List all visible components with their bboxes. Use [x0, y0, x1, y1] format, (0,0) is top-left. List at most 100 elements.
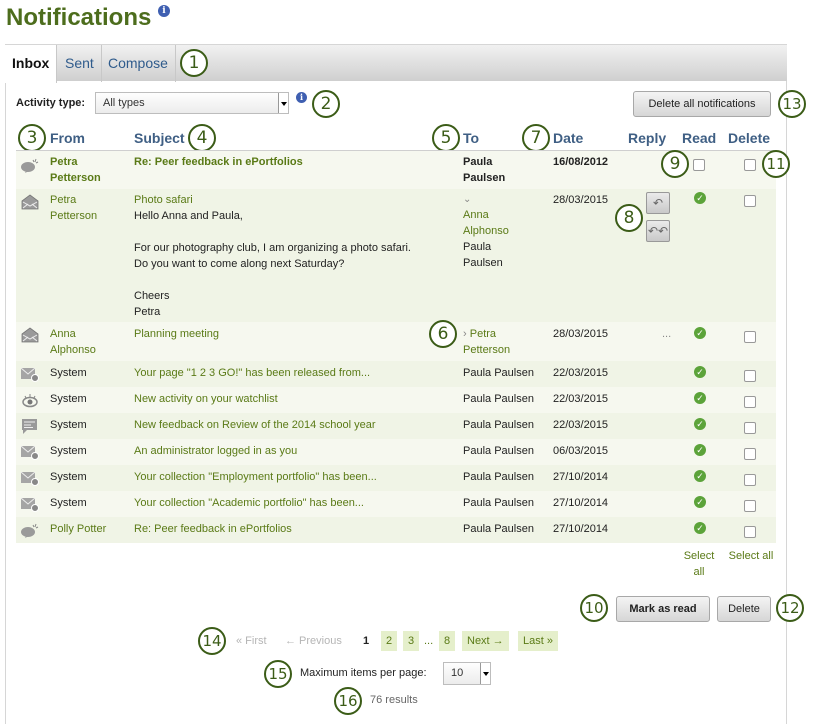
subject-link[interactable]: Your collection "Employment portfolio" h…	[134, 469, 377, 485]
recipient-name: Paula Paulsen	[463, 419, 534, 431]
callout-3: 3	[18, 124, 46, 152]
delete-button[interactable]: Delete	[717, 596, 771, 622]
pagination-last[interactable]: Last »	[518, 631, 558, 651]
callout-6: 6	[429, 320, 457, 348]
subject-link[interactable]: Planning meeting	[134, 326, 219, 342]
read-check-icon: ✓	[694, 470, 706, 482]
pagination-previous: ← Previous	[285, 635, 342, 647]
callout-2: 2	[312, 90, 340, 118]
delete-checkbox[interactable]	[744, 448, 756, 460]
envelope-open-icon	[21, 194, 39, 210]
sender-name: System	[50, 471, 87, 483]
items-per-page-select[interactable]: 10	[443, 662, 491, 685]
activity-type-label: Activity type:	[16, 97, 86, 109]
sender-name[interactable]: Petra Petterson	[50, 154, 101, 186]
column-header-date[interactable]: Date	[553, 130, 583, 146]
tab-sent[interactable]: Sent	[58, 45, 102, 82]
notification-row[interactable]: System New feedback on Review of the 201…	[16, 413, 776, 439]
watchlist-eye-icon	[22, 394, 38, 408]
callout-9: 9	[661, 150, 689, 178]
subject-link[interactable]: An administrator logged in as you	[134, 443, 297, 459]
sender-name[interactable]: Petra Petterson	[50, 192, 97, 224]
subject-link[interactable]: Your collection "Academic portfolio" has…	[134, 495, 364, 511]
notification-row[interactable]: Anna Alphonso Planning meeting › Petra Pe…	[16, 322, 776, 361]
date: 27/10/2014	[553, 471, 609, 483]
chevron-down-icon	[480, 663, 490, 684]
message-body: Hello Anna and Paula, For our photograph…	[134, 210, 411, 318]
notification-row[interactable]: Polly Potter Re: Peer feedback in ePortf…	[16, 517, 776, 543]
recipient-name: › Petra Petterson	[463, 328, 511, 356]
delete-checkbox[interactable]	[744, 500, 756, 512]
sender-name[interactable]: Polly Potter	[50, 521, 106, 537]
items-per-page-label: Maximum items per page:	[300, 667, 427, 679]
delete-checkbox[interactable]	[744, 331, 756, 343]
notification-row[interactable]: System New activity on your watchlist Pa…	[16, 387, 776, 413]
delete-all-notifications-button[interactable]: Delete all notifications	[633, 91, 771, 117]
info-icon[interactable]: i	[296, 92, 307, 103]
feedback-comment-icon	[22, 419, 37, 434]
callout-10: 10	[580, 594, 608, 622]
pagination-next[interactable]: Next →	[462, 631, 509, 651]
column-header-subject[interactable]: Subject	[134, 130, 185, 146]
callout-11: 11	[762, 150, 790, 178]
callout-7: 7	[522, 124, 550, 152]
read-check-icon: ✓	[694, 327, 706, 339]
feedback-bubble-icon	[21, 158, 39, 173]
activity-type-select[interactable]: All types	[95, 92, 289, 114]
system-mail-gear-icon	[20, 445, 39, 460]
pagination-page-2[interactable]: 2	[381, 631, 398, 651]
notification-row[interactable]: System Your page "1 2 3 GO!" has been re…	[16, 361, 776, 387]
delete-checkbox[interactable]	[744, 474, 756, 486]
subject-link[interactable]: New activity on your watchlist	[134, 391, 278, 407]
recipient-name: Paula Paulsen	[463, 471, 534, 483]
recipient-name: Paula Paulsen	[463, 523, 534, 535]
callout-4: 4	[188, 124, 216, 152]
delete-checkbox[interactable]	[744, 195, 756, 207]
select-all-read-link[interactable]: Select all	[678, 548, 720, 580]
delete-checkbox[interactable]	[744, 422, 756, 434]
delete-checkbox[interactable]	[744, 370, 756, 382]
expand-chevron-icon[interactable]: ›	[463, 328, 467, 340]
delete-checkbox[interactable]	[744, 396, 756, 408]
info-icon[interactable]: i	[158, 5, 170, 17]
subject-link[interactable]: New feedback on Review of the 2014 schoo…	[134, 417, 376, 433]
tab-compose[interactable]: Compose	[101, 45, 176, 82]
subject-link[interactable]: Re: Peer feedback in ePortfolios	[134, 521, 292, 537]
system-mail-gear-icon	[20, 471, 39, 486]
date: 22/03/2015	[553, 393, 609, 405]
reply-all-button[interactable]: ↶↶	[646, 220, 670, 242]
select-all-delete-link[interactable]: Select all	[723, 548, 779, 564]
callout-14: 14	[198, 627, 226, 655]
notification-row-expanded[interactable]: Petra Petterson Photo safari Hello Anna a…	[16, 189, 776, 322]
column-header-reply: Reply	[628, 130, 667, 146]
items-per-page-value: 10	[451, 667, 464, 679]
callout-5: 5	[432, 124, 460, 152]
delete-checkbox[interactable]	[744, 526, 756, 538]
notification-row[interactable]: System Your collection "Academic portfol…	[16, 491, 776, 517]
subject-link[interactable]: Your page "1 2 3 GO!" has been released …	[134, 365, 370, 381]
subject-link[interactable]: Re: Peer feedback in ePortfolios	[134, 154, 303, 170]
delete-checkbox[interactable]	[744, 159, 756, 171]
column-header-from[interactable]: From	[50, 130, 85, 146]
reply-button[interactable]: ↶	[646, 192, 670, 214]
tab-bar: Inbox Sent Compose	[5, 44, 787, 83]
collapse-chevron-icon[interactable]: ⌄	[463, 192, 471, 208]
date: 16/08/2012	[553, 156, 609, 168]
callout-8: 8	[615, 204, 643, 232]
pagination-page-3[interactable]: 3	[403, 631, 420, 651]
column-header-to[interactable]: To	[463, 130, 479, 146]
date: 27/10/2014	[553, 497, 609, 509]
read-checkbox[interactable]	[693, 159, 705, 171]
date: 28/03/2015	[553, 194, 609, 206]
subject-link[interactable]: Photo safari	[134, 192, 193, 208]
date: 22/03/2015	[553, 367, 609, 379]
pagination-current-page: 1	[363, 635, 370, 647]
pagination-page-8[interactable]: 8	[439, 631, 456, 651]
notification-row[interactable]: System Your collection "Employment portf…	[16, 465, 776, 491]
mark-as-read-button[interactable]: Mark as read	[616, 596, 710, 622]
notification-row[interactable]: System An administrator logged in as you…	[16, 439, 776, 465]
sender-name[interactable]: Anna Alphonso	[50, 326, 96, 358]
tab-inbox[interactable]: Inbox	[5, 45, 58, 83]
recipient-name: Paula Paulsen	[463, 156, 506, 184]
date: 28/03/2015	[553, 328, 609, 340]
